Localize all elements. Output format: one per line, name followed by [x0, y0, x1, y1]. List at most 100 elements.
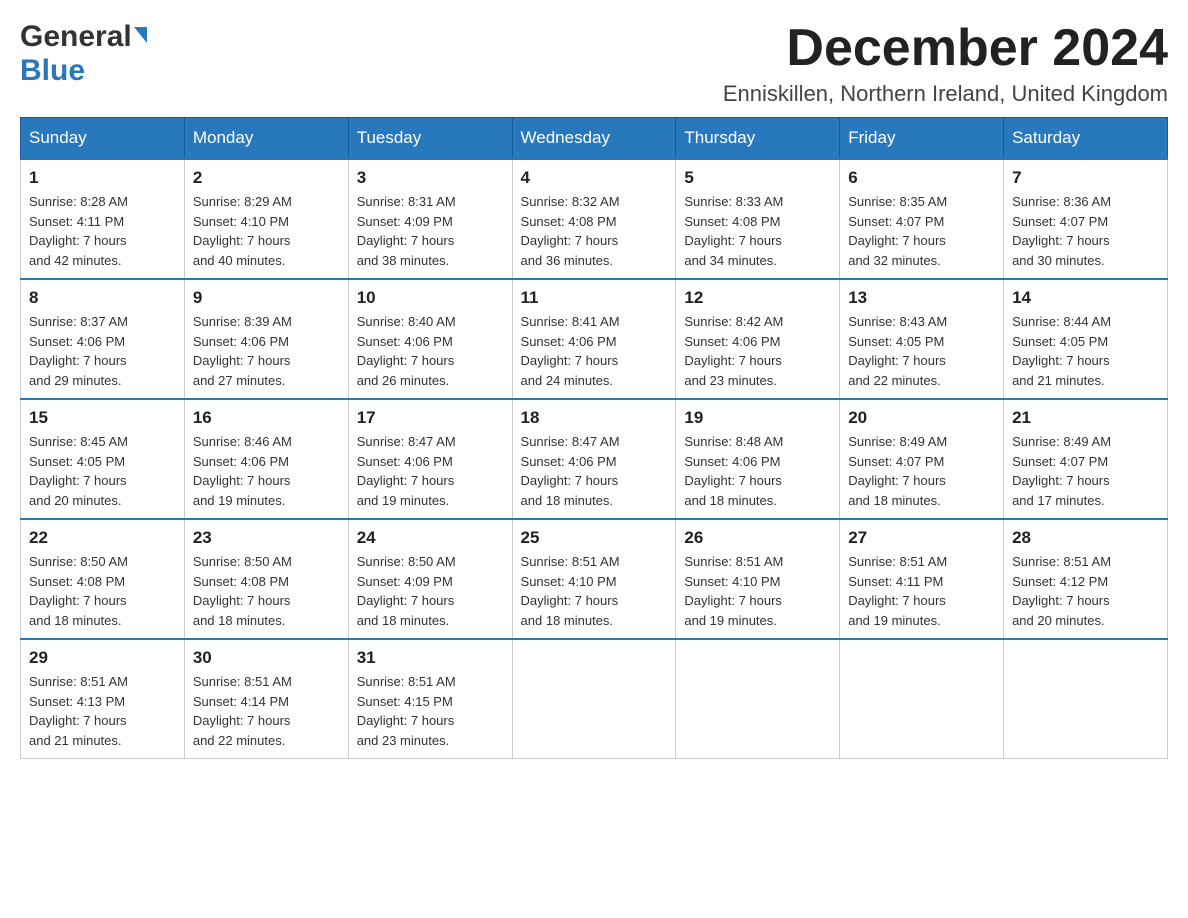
day-info: Sunrise: 8:51 AMSunset: 4:11 PMDaylight:… — [848, 552, 995, 630]
calendar-cell: 8 Sunrise: 8:37 AMSunset: 4:06 PMDaylight… — [21, 279, 185, 399]
day-number: 23 — [193, 528, 340, 548]
day-info: Sunrise: 8:51 AMSunset: 4:12 PMDaylight:… — [1012, 552, 1159, 630]
day-number: 20 — [848, 408, 995, 428]
day-info: Sunrise: 8:40 AMSunset: 4:06 PMDaylight:… — [357, 312, 504, 390]
day-info: Sunrise: 8:46 AMSunset: 4:06 PMDaylight:… — [193, 432, 340, 510]
day-info: Sunrise: 8:33 AMSunset: 4:08 PMDaylight:… — [684, 192, 831, 270]
day-number: 18 — [521, 408, 668, 428]
logo-blue-text: Blue — [20, 54, 85, 87]
day-number: 29 — [29, 648, 176, 668]
col-monday: Monday — [184, 118, 348, 160]
day-number: 4 — [521, 168, 668, 188]
day-number: 27 — [848, 528, 995, 548]
col-tuesday: Tuesday — [348, 118, 512, 160]
calendar-cell: 18 Sunrise: 8:47 AMSunset: 4:06 PMDayligh… — [512, 399, 676, 519]
day-number: 19 — [684, 408, 831, 428]
logo: General Blue — [20, 20, 147, 88]
calendar-cell: 10 Sunrise: 8:40 AMSunset: 4:06 PMDayligh… — [348, 279, 512, 399]
day-number: 2 — [193, 168, 340, 188]
calendar-week-row: 1 Sunrise: 8:28 AMSunset: 4:11 PMDaylight… — [21, 159, 1168, 279]
day-number: 31 — [357, 648, 504, 668]
day-number: 15 — [29, 408, 176, 428]
col-sunday: Sunday — [21, 118, 185, 160]
col-friday: Friday — [840, 118, 1004, 160]
day-number: 1 — [29, 168, 176, 188]
calendar-cell — [512, 639, 676, 759]
calendar-cell: 1 Sunrise: 8:28 AMSunset: 4:11 PMDaylight… — [21, 159, 185, 279]
calendar-cell: 14 Sunrise: 8:44 AMSunset: 4:05 PMDayligh… — [1004, 279, 1168, 399]
calendar-week-row: 15 Sunrise: 8:45 AMSunset: 4:05 PMDayligh… — [21, 399, 1168, 519]
calendar-week-row: 29 Sunrise: 8:51 AMSunset: 4:13 PMDayligh… — [21, 639, 1168, 759]
day-info: Sunrise: 8:48 AMSunset: 4:06 PMDaylight:… — [684, 432, 831, 510]
day-number: 17 — [357, 408, 504, 428]
calendar-cell: 31Sunrise: 8:51 AMSunset: 4:15 PMDayligh… — [348, 639, 512, 759]
day-info: Sunrise: 8:32 AMSunset: 4:08 PMDaylight:… — [521, 192, 668, 270]
day-info: Sunrise: 8:31 AMSunset: 4:09 PMDaylight:… — [357, 192, 504, 270]
calendar-cell: 2 Sunrise: 8:29 AMSunset: 4:10 PMDaylight… — [184, 159, 348, 279]
day-number: 22 — [29, 528, 176, 548]
title-area: December 2024 Enniskillen, Northern Irel… — [723, 20, 1168, 107]
calendar-cell: 19 Sunrise: 8:48 AMSunset: 4:06 PMDayligh… — [676, 399, 840, 519]
calendar-cell: 30Sunrise: 8:51 AMSunset: 4:14 PMDayligh… — [184, 639, 348, 759]
day-number: 25 — [521, 528, 668, 548]
calendar-cell — [676, 639, 840, 759]
day-number: 8 — [29, 288, 176, 308]
calendar-cell: 15 Sunrise: 8:45 AMSunset: 4:05 PMDayligh… — [21, 399, 185, 519]
day-info: Sunrise: 8:37 AMSunset: 4:06 PMDaylight:… — [29, 312, 176, 390]
calendar-cell: 28 Sunrise: 8:51 AMSunset: 4:12 PMDayligh… — [1004, 519, 1168, 639]
day-number: 9 — [193, 288, 340, 308]
col-saturday: Saturday — [1004, 118, 1168, 160]
day-info: Sunrise: 8:47 AMSunset: 4:06 PMDaylight:… — [357, 432, 504, 510]
calendar-cell — [1004, 639, 1168, 759]
day-info: Sunrise: 8:49 AMSunset: 4:07 PMDaylight:… — [1012, 432, 1159, 510]
day-info: Sunrise: 8:45 AMSunset: 4:05 PMDaylight:… — [29, 432, 176, 510]
calendar-week-row: 8 Sunrise: 8:37 AMSunset: 4:06 PMDaylight… — [21, 279, 1168, 399]
day-number: 28 — [1012, 528, 1159, 548]
day-number: 5 — [684, 168, 831, 188]
calendar-cell: 11Sunrise: 8:41 AMSunset: 4:06 PMDayligh… — [512, 279, 676, 399]
day-info: Sunrise: 8:47 AMSunset: 4:06 PMDaylight:… — [521, 432, 668, 510]
day-info: Sunrise: 8:51 AMSunset: 4:13 PMDaylight:… — [29, 672, 176, 750]
page-header: General Blue December 2024 Enniskillen, … — [20, 20, 1168, 107]
day-info: Sunrise: 8:42 AMSunset: 4:06 PMDaylight:… — [684, 312, 831, 390]
calendar-cell: 24Sunrise: 8:50 AMSunset: 4:09 PMDayligh… — [348, 519, 512, 639]
logo-arrow-icon — [134, 27, 147, 43]
day-info: Sunrise: 8:50 AMSunset: 4:08 PMDaylight:… — [193, 552, 340, 630]
day-number: 11 — [521, 288, 668, 308]
day-info: Sunrise: 8:51 AMSunset: 4:10 PMDaylight:… — [684, 552, 831, 630]
day-number: 6 — [848, 168, 995, 188]
calendar-cell: 29 Sunrise: 8:51 AMSunset: 4:13 PMDayligh… — [21, 639, 185, 759]
day-info: Sunrise: 8:28 AMSunset: 4:11 PMDaylight:… — [29, 192, 176, 270]
col-wednesday: Wednesday — [512, 118, 676, 160]
calendar-cell: 25Sunrise: 8:51 AMSunset: 4:10 PMDayligh… — [512, 519, 676, 639]
calendar-cell: 21 Sunrise: 8:49 AMSunset: 4:07 PMDayligh… — [1004, 399, 1168, 519]
calendar-cell: 26 Sunrise: 8:51 AMSunset: 4:10 PMDayligh… — [676, 519, 840, 639]
calendar-cell: 22 Sunrise: 8:50 AMSunset: 4:08 PMDayligh… — [21, 519, 185, 639]
day-number: 3 — [357, 168, 504, 188]
location-title: Enniskillen, Northern Ireland, United Ki… — [723, 81, 1168, 107]
day-number: 21 — [1012, 408, 1159, 428]
day-info: Sunrise: 8:50 AMSunset: 4:08 PMDaylight:… — [29, 552, 176, 630]
day-number: 13 — [848, 288, 995, 308]
day-info: Sunrise: 8:51 AMSunset: 4:14 PMDaylight:… — [193, 672, 340, 750]
day-info: Sunrise: 8:29 AMSunset: 4:10 PMDaylight:… — [193, 192, 340, 270]
calendar-cell: 5 Sunrise: 8:33 AMSunset: 4:08 PMDaylight… — [676, 159, 840, 279]
calendar-cell: 23 Sunrise: 8:50 AMSunset: 4:08 PMDayligh… — [184, 519, 348, 639]
calendar-table: Sunday Monday Tuesday Wednesday Thursday… — [20, 117, 1168, 759]
day-info: Sunrise: 8:44 AMSunset: 4:05 PMDaylight:… — [1012, 312, 1159, 390]
calendar-cell: 27 Sunrise: 8:51 AMSunset: 4:11 PMDayligh… — [840, 519, 1004, 639]
calendar-cell — [840, 639, 1004, 759]
day-number: 12 — [684, 288, 831, 308]
calendar-cell: 20 Sunrise: 8:49 AMSunset: 4:07 PMDayligh… — [840, 399, 1004, 519]
calendar-cell: 9 Sunrise: 8:39 AMSunset: 4:06 PMDaylight… — [184, 279, 348, 399]
day-number: 10 — [357, 288, 504, 308]
day-info: Sunrise: 8:49 AMSunset: 4:07 PMDaylight:… — [848, 432, 995, 510]
calendar-cell: 16 Sunrise: 8:46 AMSunset: 4:06 PMDayligh… — [184, 399, 348, 519]
day-info: Sunrise: 8:43 AMSunset: 4:05 PMDaylight:… — [848, 312, 995, 390]
day-number: 26 — [684, 528, 831, 548]
month-title: December 2024 — [723, 20, 1168, 77]
day-number: 16 — [193, 408, 340, 428]
day-info: Sunrise: 8:36 AMSunset: 4:07 PMDaylight:… — [1012, 192, 1159, 270]
day-number: 14 — [1012, 288, 1159, 308]
day-info: Sunrise: 8:39 AMSunset: 4:06 PMDaylight:… — [193, 312, 340, 390]
